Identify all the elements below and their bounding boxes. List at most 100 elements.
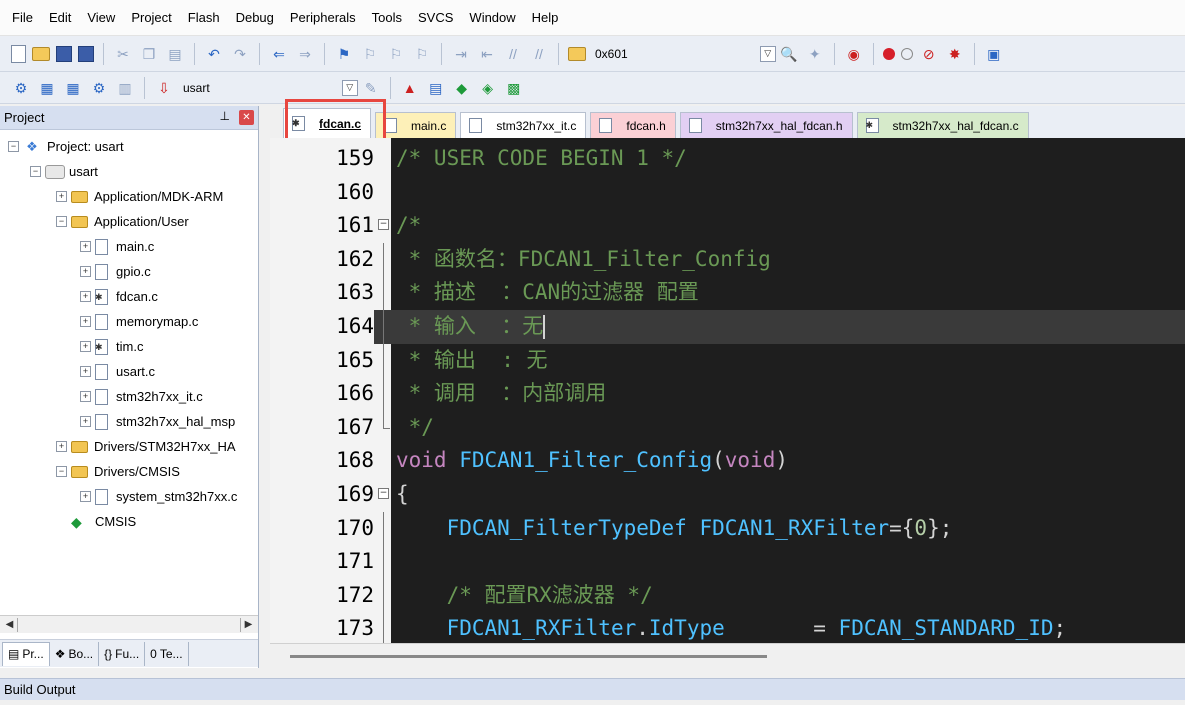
search-icon[interactable]: 🔍 — [779, 44, 799, 64]
code-line[interactable]: 172 /* 配置RX滤波器 */ — [270, 578, 1185, 613]
code-line[interactable]: 166 * 调用 ：内部调用 — [270, 377, 1185, 411]
target-dropdown-chevron-icon[interactable]: ▽ — [341, 79, 358, 96]
menu-file[interactable]: File — [4, 10, 41, 25]
editor-tab[interactable]: main.c — [375, 112, 457, 138]
code-line[interactable]: 163 * 描述 ：CAN的过滤器 配置 — [270, 276, 1185, 310]
tree-item[interactable]: + memorymap.c — [0, 309, 258, 334]
disable-breakpoints-icon[interactable]: ⊘ — [919, 44, 939, 64]
menu-help[interactable]: Help — [524, 10, 567, 25]
tree-item[interactable]: + Application/MDK-ARM — [0, 184, 258, 209]
code-line[interactable]: 162 * 函数名：FDCAN1_Filter_Config — [270, 242, 1185, 277]
new-file-icon[interactable] — [11, 44, 26, 63]
expand-icon[interactable]: + — [80, 391, 91, 402]
redo-icon[interactable]: ↷ — [230, 44, 250, 64]
tab-functions[interactable]: {} Fu... — [99, 641, 146, 666]
tree-item[interactable]: − usart — [0, 159, 258, 184]
menu-view[interactable]: View — [79, 10, 123, 25]
expand-icon[interactable]: + — [80, 316, 91, 327]
manage-multi-project-icon[interactable]: ▩ — [504, 78, 524, 98]
manage-project-items-icon[interactable]: ▲ — [400, 78, 420, 98]
editor-tab[interactable]: stm32h7xx_hal_fdcan.h — [679, 112, 853, 138]
expand-icon[interactable]: + — [56, 441, 67, 452]
code-line[interactable]: 170 FDCAN_FilterTypeDef FDCAN1_RXFilter=… — [270, 511, 1185, 546]
menu-svcs[interactable]: SVCS — [410, 10, 461, 25]
batch-build-icon[interactable]: ⚙ — [89, 78, 109, 98]
build-icon[interactable]: ▦ — [37, 78, 57, 98]
code-line[interactable]: 169−{ — [270, 478, 1185, 512]
paste-icon[interactable]: ▤ — [165, 44, 185, 64]
code-line[interactable]: 173 FDCAN1_RXFilter.IdType = FDCAN_STAND… — [270, 612, 1185, 643]
select-packs-icon[interactable]: ◆ — [452, 78, 472, 98]
tree-item[interactable]: − Application/User — [0, 209, 258, 234]
tree-item[interactable]: + Drivers/STM32H7xx_HA — [0, 434, 258, 459]
pack-installer-icon[interactable]: ◈ — [478, 78, 498, 98]
code-line[interactable]: 168 void FDCAN1_Filter_Config(void) — [270, 444, 1185, 478]
tree-item[interactable]: + usart.c — [0, 359, 258, 384]
tree-item[interactable]: + stm32h7xx_it.c — [0, 384, 258, 409]
tree-item[interactable]: + stm32h7xx_hal_msp — [0, 409, 258, 434]
window-layout-icon[interactable]: ▣ — [984, 44, 1004, 64]
editor-tab[interactable]: fdcan.c — [283, 108, 372, 138]
translate-icon[interactable]: ⚙ — [11, 78, 31, 98]
scroll-right-icon[interactable]: ▶ — [240, 618, 256, 632]
tree-item[interactable]: + system_stm32h7xx.c — [0, 484, 258, 509]
fold-toggle-icon[interactable]: − — [378, 488, 389, 499]
target-select[interactable]: usart — [183, 81, 210, 95]
code-line[interactable]: 167 */ — [270, 410, 1185, 445]
incremental-find-icon[interactable]: ✦ — [805, 44, 825, 64]
kill-breakpoints-icon[interactable]: ✸ — [945, 44, 965, 64]
prev-bookmark-icon[interactable]: ⚐ — [360, 44, 380, 64]
collapse-icon[interactable]: − — [30, 166, 41, 177]
tree-item[interactable]: ◆ CMSIS — [0, 509, 258, 534]
tree-item[interactable]: + main.c — [0, 234, 258, 259]
expand-icon[interactable]: + — [80, 291, 91, 302]
code-line[interactable]: 159 /* USER CODE BEGIN 1 */ — [270, 142, 1185, 176]
target-options-icon[interactable]: ✎ — [361, 78, 381, 98]
copy-icon[interactable]: ❐ — [139, 44, 159, 64]
code-line[interactable]: 165 * 输出 : 无 — [270, 343, 1185, 378]
close-icon[interactable]: ✕ — [239, 110, 254, 125]
next-bookmark-icon[interactable]: ⚐ — [386, 44, 406, 64]
collapse-icon[interactable]: − — [8, 141, 19, 152]
expand-icon[interactable]: + — [80, 241, 91, 252]
address-field[interactable]: 0x601 — [595, 47, 628, 61]
comment-icon[interactable]: // — [503, 44, 523, 64]
expand-icon[interactable]: + — [56, 191, 67, 202]
expand-icon[interactable]: + — [80, 491, 91, 502]
expand-icon[interactable]: + — [80, 341, 91, 352]
scrollbar-thumb[interactable] — [290, 655, 767, 658]
collapse-icon[interactable]: − — [56, 466, 67, 477]
code-line[interactable]: 160 — [270, 176, 1185, 210]
indent-icon[interactable]: ⇥ — [451, 44, 471, 64]
editor-horizontal-scrollbar[interactable] — [270, 643, 1185, 668]
tab-project[interactable]: ▤ Pr... — [2, 641, 50, 666]
expand-icon[interactable]: + — [80, 416, 91, 427]
menu-flash[interactable]: Flash — [180, 10, 228, 25]
open-file-icon[interactable] — [32, 46, 50, 61]
editor-tab[interactable]: fdcan.h — [590, 112, 676, 138]
scroll-left-icon[interactable]: ◀ — [2, 618, 18, 632]
menu-window[interactable]: Window — [461, 10, 523, 25]
menu-edit[interactable]: Edit — [41, 10, 79, 25]
project-horizontal-scrollbar[interactable]: ◀ ▶ — [0, 615, 258, 633]
fold-toggle-icon[interactable]: − — [378, 219, 389, 231]
manage-run-time-icon[interactable]: ▤ — [426, 78, 446, 98]
uncomment-icon[interactable]: // — [529, 44, 549, 64]
expand-icon[interactable]: + — [80, 266, 91, 277]
nav-back-icon[interactable]: ⇐ — [269, 44, 289, 64]
tree-item[interactable]: + gpio.c — [0, 259, 258, 284]
insert-breakpoint-icon[interactable] — [882, 47, 895, 60]
rebuild-icon[interactable]: ▦ — [63, 78, 83, 98]
menu-tools[interactable]: Tools — [364, 10, 410, 25]
save-icon[interactable] — [56, 45, 72, 62]
pin-icon[interactable]: ⊥ — [220, 109, 230, 123]
expand-icon[interactable]: + — [80, 366, 91, 377]
code-line[interactable]: 161−/* — [270, 209, 1185, 243]
code-editor[interactable]: 159/* USER CODE BEGIN 1 */160 161−/* 162 *… — [270, 138, 1185, 643]
code-line[interactable]: 171 — [270, 545, 1185, 579]
editor-tab[interactable]: stm32h7xx_it.c — [460, 112, 587, 138]
download-icon[interactable]: ⇩ — [154, 78, 174, 98]
save-all-icon[interactable] — [78, 45, 94, 62]
cut-icon[interactable]: ✂ — [113, 44, 133, 64]
collapse-icon[interactable]: − — [56, 216, 67, 227]
